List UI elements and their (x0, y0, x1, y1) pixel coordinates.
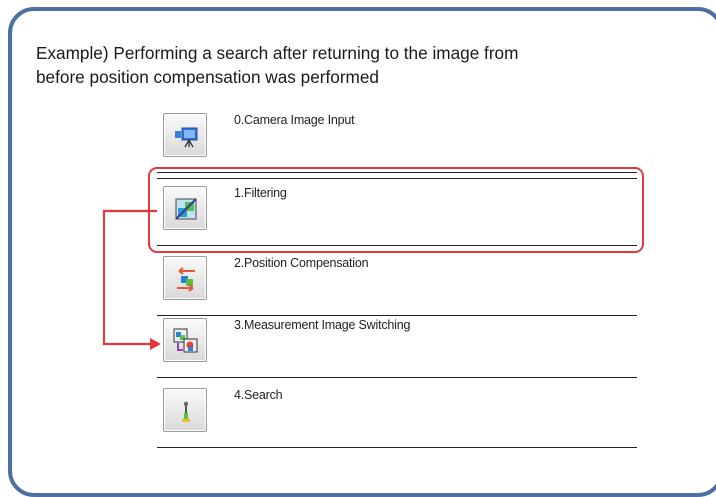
return-arrow (102, 209, 161, 350)
